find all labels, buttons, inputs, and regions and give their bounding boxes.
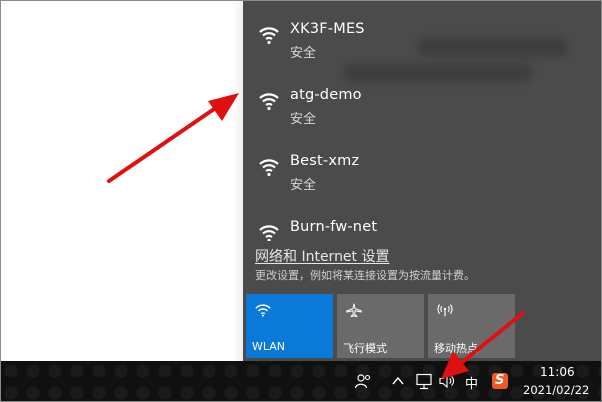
annotation-arrow: [441, 311, 525, 379]
annotation-arrow: [107, 93, 239, 183]
annotation-arrows: [107, 93, 525, 379]
screenshot-frame: XK3F-MES 安全 atg-demo 安全 Best-xmz 安全 Burn…: [0, 0, 602, 402]
